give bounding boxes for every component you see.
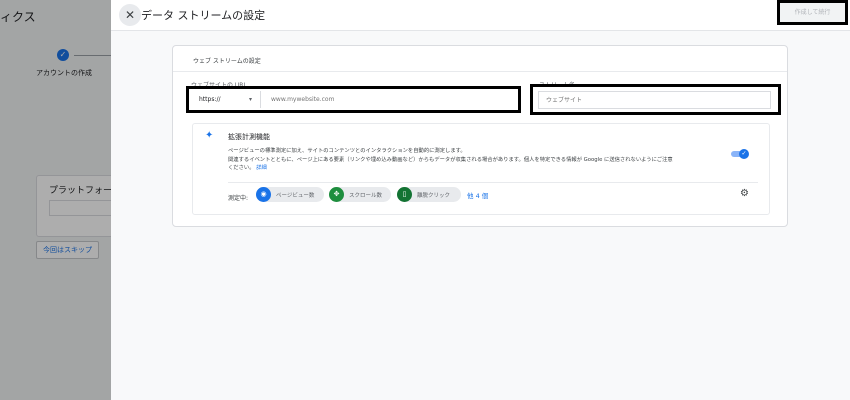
chip-page-views[interactable]: ◉ ページビュー数 xyxy=(256,187,324,202)
enhanced-measurement-toggle[interactable]: ✓ xyxy=(731,149,749,159)
stream-name-input[interactable] xyxy=(538,91,771,109)
chip-outbound-clicks[interactable]: ▯ 離脱クリック xyxy=(397,187,461,202)
web-stream-card: ウェブ ストリームの設定 ウェブサイトの URL https:// ▾ ストリー… xyxy=(172,45,788,227)
chip-label: スクロール数 xyxy=(349,193,383,199)
description-line-3-text: ください。 xyxy=(228,165,255,172)
protocol-select[interactable]: https:// ▾ xyxy=(189,91,261,108)
more-events-link[interactable]: 他 4 個 xyxy=(467,190,488,200)
dialog-title: データ ストリームの設定 xyxy=(141,9,266,22)
enhanced-measurement-title: 拡張計測機能 xyxy=(228,133,270,141)
website-url-field: https:// ▾ xyxy=(186,86,527,113)
description-line-2: 関連するイベントとともに、ページ上にある要素（リンクや埋め込み動画など）からもデ… xyxy=(228,156,673,163)
description-line-3: ください。 詳細 xyxy=(228,164,728,173)
chevron-down-icon: ▾ xyxy=(249,96,253,103)
measuring-label: 測定中: xyxy=(228,195,249,202)
eye-icon: ◉ xyxy=(256,187,271,202)
check-icon: ✓ xyxy=(739,149,749,159)
gear-icon[interactable]: ⚙ xyxy=(740,188,749,199)
description-line-1: ページビューの標準測定に加え、サイトのコンテンツとのインタラクションを自動的に測… xyxy=(228,148,466,154)
data-stream-dialog: ✕ データ ストリームの設定 作成して続行 ウェブ ストリームの設定 ウェブサイ… xyxy=(111,0,850,400)
chip-scrolls[interactable]: ✥ スクロール数 xyxy=(329,187,391,202)
card-divider xyxy=(173,71,787,72)
mouse-icon: ▯ xyxy=(397,187,412,202)
close-icon[interactable]: ✕ xyxy=(119,4,141,26)
chip-label: ページビュー数 xyxy=(276,193,315,199)
sparkle-icon: ✦ xyxy=(205,130,214,141)
website-url-input[interactable] xyxy=(265,91,527,108)
create-and-continue-button[interactable]: 作成して続行 xyxy=(777,0,848,25)
panel-divider xyxy=(228,182,758,183)
chip-label: 離脱クリック xyxy=(417,193,451,199)
scroll-icon: ✥ xyxy=(329,187,344,202)
enhanced-measurement-panel: ✦ 拡張計測機能 ページビューの標準測定に加え、サイトのコンテンツとのインタラク… xyxy=(192,123,770,215)
protocol-value: https:// xyxy=(199,96,221,103)
card-title: ウェブ ストリームの設定 xyxy=(193,58,261,65)
enhanced-measurement-description: ページビューの標準測定に加え、サイトのコンテンツとのインタラクションを自動的に測… xyxy=(228,147,728,173)
dialog-header: ✕ データ ストリームの設定 作成して続行 xyxy=(111,0,850,31)
stream-name-field xyxy=(530,84,781,115)
details-link[interactable]: 詳細 xyxy=(256,165,267,171)
